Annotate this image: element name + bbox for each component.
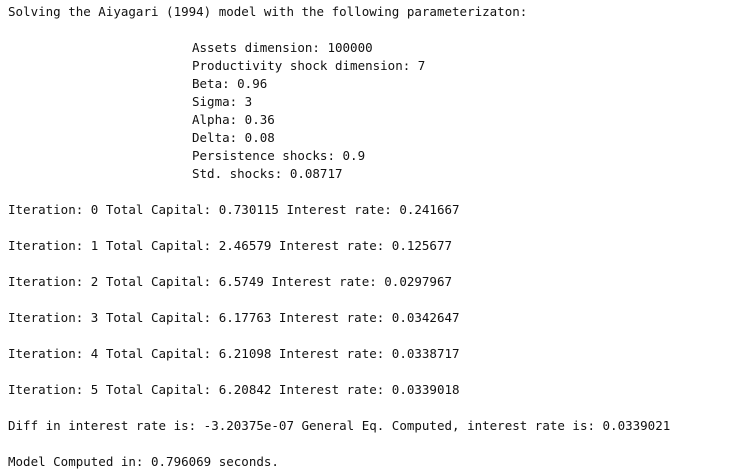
param-persistence-shocks: Persistence shocks: 0.9 [192,148,366,163]
iteration-line-0: Iteration: 0 Total Capital: 0.730115 Int… [8,202,460,217]
iteration-line-3: Iteration: 3 Total Capital: 6.17763 Inte… [8,310,460,325]
param-sigma: Sigma: 3 [192,94,253,109]
param-delta: Delta: 0.08 [192,130,275,145]
console-output: Solving the Aiyagari (1994) model with t… [0,0,735,475]
param-alpha: Alpha: 0.36 [192,112,275,127]
iteration-line-4: Iteration: 4 Total Capital: 6.21098 Inte… [8,346,460,361]
iteration-line-5: Iteration: 5 Total Capital: 6.20842 Inte… [8,382,460,397]
header-line: Solving the Aiyagari (1994) model with t… [8,4,528,19]
computation-time-line: Model Computed in: 0.796069 seconds. [8,454,279,469]
diff-interest-rate-line: Diff in interest rate is: -3.20375e-07 G… [8,418,671,433]
iteration-line-1: Iteration: 1 Total Capital: 2.46579 Inte… [8,238,453,253]
param-beta: Beta: 0.96 [192,76,268,91]
param-productivity-shock-dimension: Productivity shock dimension: 7 [192,58,426,73]
param-assets-dimension: Assets dimension: 100000 [192,40,373,55]
iteration-line-2: Iteration: 2 Total Capital: 6.5749 Inter… [8,274,453,289]
param-std-shocks: Std. shocks: 0.08717 [192,166,343,181]
